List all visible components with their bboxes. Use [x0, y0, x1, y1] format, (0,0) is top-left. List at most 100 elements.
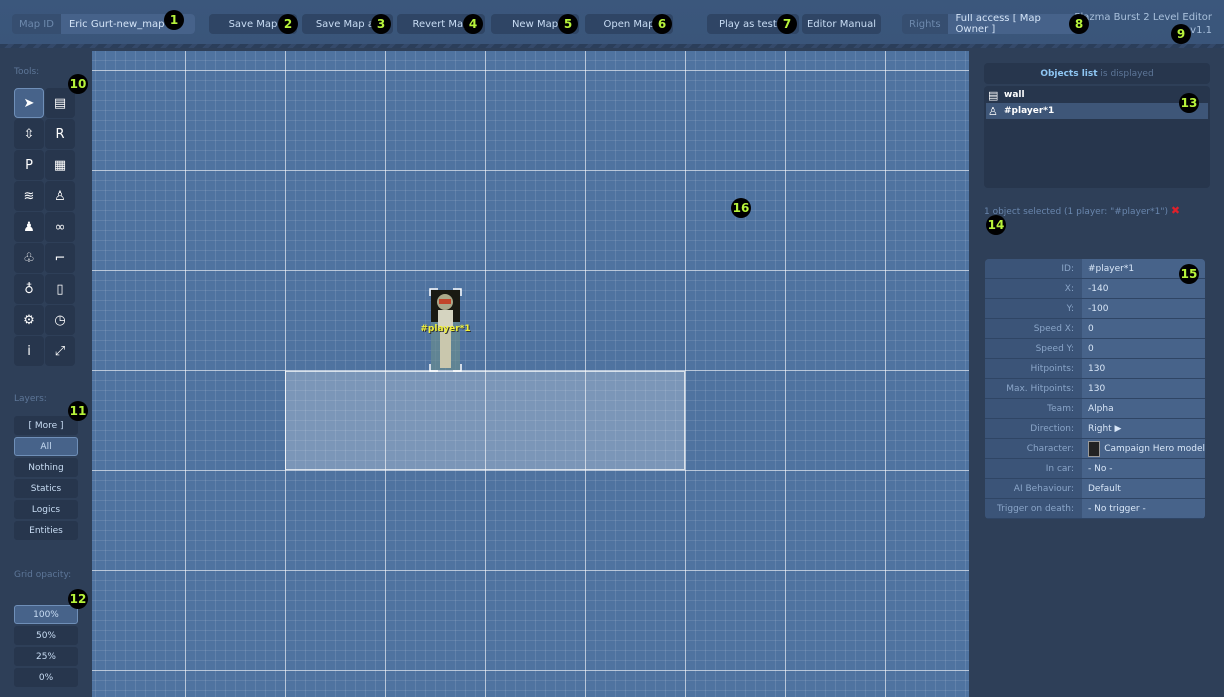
grid-opacity-button[interactable]: 50%: [14, 626, 78, 645]
property-value[interactable]: - No trigger -: [1082, 499, 1205, 518]
layer-button[interactable]: Statics: [14, 479, 78, 498]
properties-table: ID: #player*1 X: -140 Y: -100 Speed X: 0 Speed Y…: [985, 259, 1205, 519]
object-list-item[interactable]: ♙ #player*1: [986, 103, 1208, 119]
tool-player[interactable]: ♙: [45, 181, 75, 211]
rights-field: Rights Full access [ Map Owner ]: [902, 14, 1077, 34]
property-value[interactable]: 0: [1082, 319, 1205, 338]
deselect-icon[interactable]: ✖: [1171, 204, 1180, 217]
tool-select[interactable]: ➤: [14, 88, 44, 118]
badge-16: 16: [731, 198, 751, 218]
character-thumbnail: [1088, 440, 1101, 457]
wall-icon: ▤: [53, 95, 67, 111]
badge-2: 2: [278, 14, 298, 34]
objects-list-title: Objects list: [1040, 68, 1098, 79]
tool-enemy[interactable]: ♟: [14, 212, 44, 242]
property-row: X: -140: [985, 279, 1205, 299]
layer-button[interactable]: Logics: [14, 500, 78, 519]
badge-14: 14: [986, 215, 1006, 235]
property-key: Character:: [985, 439, 1082, 458]
property-value[interactable]: Alpha: [1082, 399, 1205, 418]
tool-tree[interactable]: ♧: [14, 243, 44, 273]
tool-pusher[interactable]: P: [14, 150, 44, 180]
selection-text: 1 object selected (1 player: "#player*1"…: [984, 207, 1169, 217]
tool-vehicle[interactable]: ∞: [45, 212, 75, 242]
property-value-text: -100: [1088, 303, 1109, 314]
layer-button[interactable]: Entities: [14, 521, 78, 540]
map-canvas[interactable]: #player*1 16: [92, 51, 969, 697]
property-value[interactable]: Campaign Hero model: [1082, 439, 1205, 458]
badge-5: 5: [558, 14, 578, 34]
property-value[interactable]: Right ▶: [1082, 419, 1205, 438]
grid-opacity-button[interactable]: 100%: [14, 605, 78, 624]
property-row: Speed X: 0: [985, 319, 1205, 339]
tool-region[interactable]: R: [45, 119, 75, 149]
tool-gun[interactable]: ⌐: [45, 243, 75, 273]
tool-decor[interactable]: ▦: [45, 150, 75, 180]
player-icon: ♙: [54, 188, 66, 204]
door-icon: ⇳: [23, 126, 35, 142]
object-label: #player*1: [1004, 106, 1055, 116]
select-icon: ➤: [23, 95, 35, 111]
tool-timer[interactable]: ◷: [45, 305, 75, 335]
property-row: Team: Alpha: [985, 399, 1205, 419]
property-row: AI Behaviour: Default: [985, 479, 1205, 499]
badge-6: 6: [652, 14, 672, 34]
property-key: X:: [985, 279, 1082, 298]
badge-4: 4: [463, 14, 483, 34]
property-row: Max. Hitpoints: 130: [985, 379, 1205, 399]
tree-icon: ♧: [23, 250, 35, 266]
property-value-text: - No -: [1088, 463, 1113, 474]
property-value-text: Campaign Hero model: [1104, 443, 1205, 454]
tool-wall[interactable]: ▤: [45, 88, 75, 118]
property-row: Hitpoints: 130: [985, 359, 1205, 379]
layer-button[interactable]: All: [14, 437, 78, 456]
property-key: Team:: [985, 399, 1082, 418]
map-id-label: Map ID: [19, 18, 54, 30]
app-title-text: Plazma Burst 2 Level Editor: [1074, 12, 1212, 23]
badge-7: 7: [777, 14, 797, 34]
badge-13: 13: [1179, 93, 1199, 113]
property-value-text: Right ▶: [1088, 423, 1122, 434]
player-icon: ♙: [988, 104, 998, 118]
property-row: Character: Campaign Hero model: [985, 439, 1205, 459]
objects-list[interactable]: ▤ wall ♙ #player*1: [984, 86, 1210, 188]
property-key: Hitpoints:: [985, 359, 1082, 378]
property-value-text: 0: [1088, 343, 1094, 354]
badge-15: 15: [1179, 264, 1199, 284]
property-value[interactable]: -100: [1082, 299, 1205, 318]
layer-button[interactable]: Nothing: [14, 458, 78, 477]
tool-water[interactable]: ≋: [14, 181, 44, 211]
resize-icon: ⤢: [54, 343, 66, 359]
objects-list-header[interactable]: Objects list is displayed: [984, 63, 1210, 84]
tool-door[interactable]: ⇳: [14, 119, 44, 149]
property-key: AI Behaviour:: [985, 479, 1082, 498]
layers-label: Layers:: [14, 394, 47, 404]
wall-object[interactable]: [285, 371, 685, 470]
object-list-item[interactable]: ▤ wall: [986, 87, 1208, 103]
tools-label: Tools:: [14, 67, 40, 77]
tool-info[interactable]: i: [14, 336, 44, 366]
property-value[interactable]: Default: [1082, 479, 1205, 498]
grid-opacity-button[interactable]: 0%: [14, 668, 78, 687]
property-value-text: Default: [1088, 483, 1121, 494]
player-object[interactable]: #player*1: [420, 288, 471, 372]
barrel-icon: ▯: [56, 281, 64, 297]
property-key: Y:: [985, 299, 1082, 318]
property-value[interactable]: 130: [1082, 379, 1205, 398]
grid-opacity-label: Grid opacity:: [14, 570, 72, 580]
tool-barrel[interactable]: ▯: [45, 274, 75, 304]
property-row: In car: - No -: [985, 459, 1205, 479]
layer-button[interactable]: [ More ]: [14, 416, 78, 435]
tool-trigger[interactable]: ⚙: [14, 305, 44, 335]
property-value[interactable]: 130: [1082, 359, 1205, 378]
property-value[interactable]: 0: [1082, 339, 1205, 358]
tool-resize[interactable]: ⤢: [45, 336, 75, 366]
property-value[interactable]: - No -: [1082, 459, 1205, 478]
right-panel: Objects list is displayed ▤ wall ♙ #player*…: [969, 51, 1224, 697]
grid-opacity-button[interactable]: 25%: [14, 647, 78, 666]
property-row: Speed Y: 0: [985, 339, 1205, 359]
badge-10: 10: [68, 74, 88, 94]
badge-1: 1: [164, 10, 184, 30]
tool-lamp[interactable]: ♁: [14, 274, 44, 304]
editor-manual-button[interactable]: Editor Manual: [802, 14, 881, 34]
